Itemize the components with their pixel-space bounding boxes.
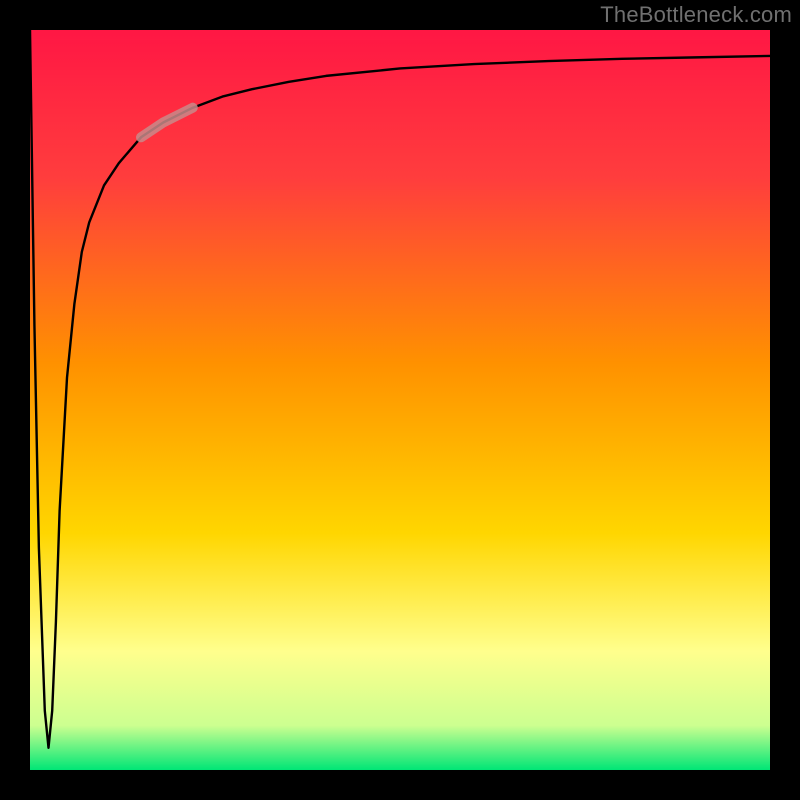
watermark-text: TheBottleneck.com [600, 2, 792, 28]
chart-svg [30, 30, 770, 770]
plot-area [30, 30, 770, 770]
chart-frame: TheBottleneck.com [0, 0, 800, 800]
